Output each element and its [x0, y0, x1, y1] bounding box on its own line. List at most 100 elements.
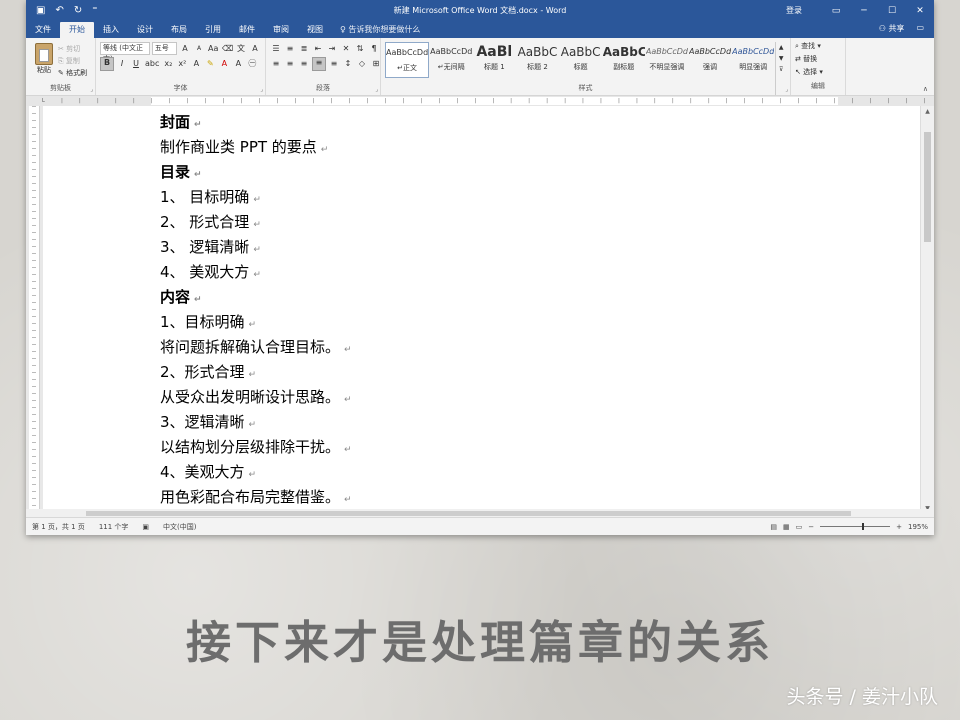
minimize-button[interactable]: ─ — [850, 6, 878, 16]
document-line[interactable]: 2、 形式合理 ↵ — [160, 210, 352, 235]
align-center-icon[interactable]: ≡ — [284, 58, 296, 70]
collapse-ribbon-icon[interactable]: ∧ — [923, 85, 928, 93]
find-button[interactable]: ⌕ 查找 ▾ — [795, 40, 841, 53]
document-line[interactable]: 1、 目标明确 ↵ — [160, 185, 352, 210]
style-subtitle[interactable]: AaBbC 副标题 — [603, 42, 645, 76]
highlight-color-icon[interactable]: ✎ — [204, 58, 216, 70]
scroll-up-icon[interactable]: ▲ — [921, 106, 934, 118]
web-layout-icon[interactable]: ▭ — [796, 523, 803, 531]
page-count[interactable]: 第 1 页，共 1 页 — [32, 522, 85, 532]
proofing-icon[interactable]: ▣ — [142, 523, 149, 531]
clear-formatting-icon[interactable]: ⌫ — [221, 43, 233, 55]
font-launcher-icon[interactable]: ⌟ — [260, 86, 263, 93]
align-right-icon[interactable]: ≡ — [298, 58, 310, 70]
tab-home[interactable]: 开始 — [60, 22, 94, 38]
select-button[interactable]: ↖ 选择 ▾ — [795, 66, 841, 79]
italic-button[interactable]: I — [116, 58, 128, 70]
document-page[interactable]: 封面 ↵ 制作商业类 PPT 的要点 ↵ 目录 ↵ 1、 目标明确 ↵ 2、 形式合理 ↵ 3、 逻… — [43, 106, 920, 515]
tab-layout[interactable]: 布局 — [162, 22, 196, 38]
subscript-button[interactable]: x₂ — [162, 58, 174, 70]
font-color-icon[interactable]: A — [218, 58, 230, 70]
document-line[interactable]: 用色彩配合布局完整借鉴。 ↵ — [160, 485, 352, 510]
hscroll-thumb[interactable] — [86, 511, 851, 516]
change-case-icon[interactable]: Aa — [207, 43, 219, 55]
style-emphasis[interactable]: AaBbCcDd 强调 — [689, 42, 731, 76]
document-line[interactable]: 4、 美观大方 ↵ — [160, 260, 352, 285]
document-line[interactable]: 内容 ↵ — [160, 285, 352, 310]
zoom-level[interactable]: 195% — [908, 523, 928, 531]
scroll-thumb[interactable] — [924, 132, 931, 242]
share-button[interactable]: ⚇ 共享 — [879, 23, 905, 34]
bold-button[interactable]: B — [100, 56, 114, 71]
document-line[interactable]: 以结构划分层级排除干扰。 ↵ — [160, 435, 352, 460]
document-line[interactable]: 将问题拆解确认合理目标。 ↵ — [160, 335, 352, 360]
style-normal[interactable]: AaBbCcDd ↵正文 — [385, 42, 430, 78]
style-intense-emphasis[interactable]: AaBbCcDd 明显强调 — [732, 42, 774, 76]
underline-button[interactable]: U — [130, 58, 142, 70]
vertical-scrollbar[interactable]: ▲ ▼ — [920, 106, 934, 515]
style-no-spacing[interactable]: AaBbCcDd ↵无间隔 — [430, 42, 472, 76]
read-mode-icon[interactable]: ▤ — [770, 523, 777, 531]
document-line[interactable]: 封面 ↵ — [160, 110, 352, 135]
strikethrough-button[interactable]: abc — [144, 58, 160, 70]
copy-button[interactable]: ⎘ 复制 — [58, 55, 87, 67]
zoom-slider[interactable] — [820, 523, 891, 530]
character-border-icon[interactable]: A — [249, 43, 261, 55]
styles-launcher-icon[interactable]: ⌟ — [785, 86, 788, 93]
format-painter-button[interactable]: ✎ 格式刷 — [58, 67, 87, 79]
close-button[interactable]: ✕ — [906, 6, 934, 16]
tab-mailings[interactable]: 邮件 — [230, 22, 264, 38]
character-shading-icon[interactable]: A — [232, 58, 244, 70]
decrease-indent-icon[interactable]: ⇤ — [312, 43, 324, 55]
shading-icon[interactable]: ◇ — [356, 58, 368, 70]
increase-indent-icon[interactable]: ⇥ — [326, 43, 338, 55]
clipboard-launcher-icon[interactable]: ⌟ — [90, 86, 93, 93]
document-content[interactable]: 封面 ↵ 制作商业类 PPT 的要点 ↵ 目录 ↵ 1、 目标明确 ↵ 2、 形式合理 ↵ 3、 逻… — [160, 110, 352, 510]
text-effects-icon[interactable]: A — [190, 58, 202, 70]
document-line[interactable]: 从受众出发明晰设计思路。 ↵ — [160, 385, 352, 410]
vertical-ruler[interactable] — [29, 106, 40, 515]
align-left-icon[interactable]: ≡ — [270, 58, 282, 70]
language-indicator[interactable]: 中文(中国) — [163, 522, 196, 532]
distributed-icon[interactable]: ≡ — [328, 58, 340, 70]
tab-insert[interactable]: 插入 — [94, 22, 128, 38]
maximize-button[interactable]: ☐ — [878, 6, 906, 16]
tell-me-box[interactable]: ♀ 告诉我你想要做什么 — [340, 22, 420, 38]
bullets-icon[interactable]: ☰ — [270, 43, 282, 55]
document-line[interactable]: 2、形式合理 ↵ — [160, 360, 352, 385]
style-heading-2[interactable]: AaBbC 标题 2 — [516, 42, 558, 76]
enclose-characters-icon[interactable]: ㊀ — [246, 58, 258, 70]
style-subtle-emphasis[interactable]: AaBbCcDd 不明显强调 — [646, 42, 688, 76]
line-spacing-icon[interactable]: ↕ — [342, 58, 354, 70]
document-line[interactable]: 1、目标明确 ↵ — [160, 310, 352, 335]
superscript-button[interactable]: x² — [176, 58, 188, 70]
paragraph-launcher-icon[interactable]: ⌟ — [375, 86, 378, 93]
document-line[interactable]: 4、美观大方 ↵ — [160, 460, 352, 485]
comments-icon[interactable]: ▭ — [916, 23, 924, 34]
sort-icon[interactable]: ⇅ — [354, 43, 366, 55]
font-size-select[interactable]: 五号 — [151, 42, 177, 55]
grow-font-icon[interactable]: A — [179, 43, 191, 55]
tab-file[interactable]: 文件 — [26, 22, 60, 38]
login-link[interactable]: 登录 — [786, 5, 802, 16]
tab-review[interactable]: 审阅 — [264, 22, 298, 38]
phonetic-guide-icon[interactable]: 文 — [235, 43, 247, 55]
justify-icon[interactable]: ≡ — [312, 56, 326, 71]
multilevel-list-icon[interactable]: ≣ — [298, 43, 310, 55]
word-count[interactable]: 111 个字 — [99, 522, 129, 532]
print-layout-icon[interactable]: ▦ — [783, 523, 790, 531]
tab-design[interactable]: 设计 — [128, 22, 162, 38]
shrink-font-icon[interactable]: A — [193, 43, 205, 55]
ribbon-display-options-button[interactable]: ▭ — [822, 6, 850, 16]
replace-button[interactable]: ⇄ 替换 — [795, 53, 841, 66]
chinese-layout-icon[interactable]: ✕ — [340, 43, 352, 55]
tab-view[interactable]: 视图 — [298, 22, 332, 38]
document-line[interactable]: 制作商业类 PPT 的要点 ↵ — [160, 135, 352, 160]
zoom-out-icon[interactable]: − — [808, 523, 814, 531]
style-heading-1[interactable]: AaBl 标题 1 — [473, 42, 515, 76]
document-line[interactable]: 3、 逻辑清晰 ↵ — [160, 235, 352, 260]
font-name-select[interactable]: 等线 (中文正文) — [100, 42, 150, 63]
document-line[interactable]: 目录 ↵ — [160, 160, 352, 185]
tab-references[interactable]: 引用 — [196, 22, 230, 38]
document-line[interactable]: 3、逻辑清晰 ↵ — [160, 410, 352, 435]
